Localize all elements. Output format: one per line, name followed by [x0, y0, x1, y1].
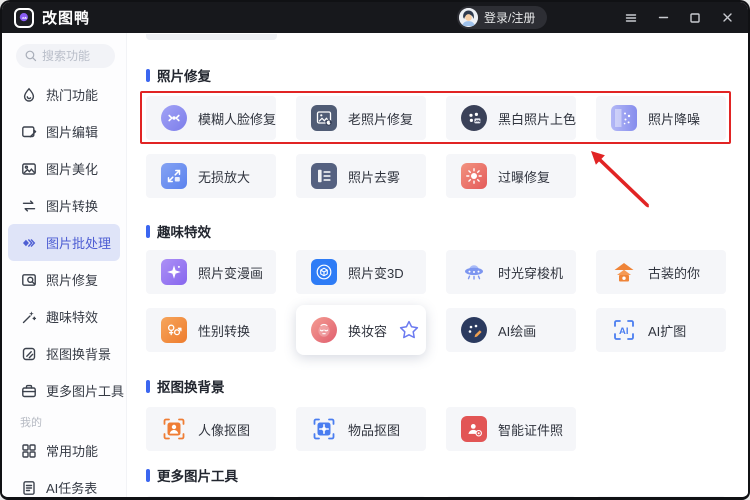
search-icon — [24, 49, 38, 63]
sidebar-item-image-edit[interactable]: 图片编辑 — [2, 113, 126, 150]
ai-expand-icon: AI — [611, 317, 637, 343]
tool-card-object-cutout[interactable]: 物品抠图 — [296, 407, 426, 451]
tool-card-portrait-cutout[interactable]: 人像抠图 — [146, 407, 276, 451]
app-title: 改图鸭 — [42, 10, 91, 27]
tool-card-partial[interactable] — [446, 496, 576, 497]
sidebar-item-more-tools[interactable]: 更多图片工具 — [2, 372, 126, 409]
search-box[interactable] — [16, 44, 115, 68]
login-button[interactable]: 登录/注册 — [457, 6, 548, 29]
sidebar-nav: 热门功能 图片编辑 图片美化 图片转换 图片批处理 照片修复 趣味特效 抠图换背… — [2, 76, 126, 497]
tool-card-photo-to-cartoon[interactable]: 照片变漫画 — [146, 250, 276, 294]
photo-repair-icon — [20, 271, 37, 288]
titlebar: 改图鸭 登录/注册 — [2, 2, 748, 33]
tool-card-lossless-enlarge[interactable]: 无损放大 — [146, 154, 276, 198]
photo-to-cartoon-icon — [161, 259, 187, 285]
maximize-icon[interactable] — [684, 7, 706, 29]
tool-card-overexposure-repair[interactable]: 过曝修复 — [446, 154, 576, 198]
section-title-cutout-background: 抠图换背景 — [146, 377, 748, 395]
sidebar-item-image-convert[interactable]: 图片转换 — [2, 187, 126, 224]
image-beautify-icon — [20, 160, 37, 177]
search-input[interactable] — [42, 49, 112, 63]
image-edit-icon — [20, 123, 37, 140]
tool-card-photo-defog[interactable]: 照片去雾 — [296, 154, 426, 198]
close-icon[interactable] — [716, 7, 738, 29]
tool-card-partial[interactable] — [146, 496, 276, 497]
object-cutout-icon — [311, 416, 337, 442]
bw-photo-colorize-icon — [461, 105, 487, 131]
image-convert-icon — [20, 197, 37, 214]
app-window: 改图鸭 登录/注册 搜索功能 热门功能 图片编辑 图片美化 图片转换 图片批处理… — [0, 0, 750, 500]
window-controls — [620, 2, 738, 33]
batch-process-icon — [20, 234, 37, 251]
sidebar-item-fun-effects[interactable]: 趣味特效 — [2, 298, 126, 335]
sidebar-item-cutout[interactable]: 抠图换背景 — [2, 335, 126, 372]
tool-card-ai-painting[interactable]: AI绘画 — [446, 308, 576, 352]
sidebar: 热门功能 图片编辑 图片美化 — [2, 33, 127, 497]
sidebar-item-ai-tasks[interactable]: AI任务表 — [2, 469, 126, 497]
common-functions-icon — [20, 442, 37, 459]
main-content: 照片修复 模糊人脸修复 老照片修复 黑白照片上色 照片降噪 无损放大 照片去雾 … — [127, 33, 748, 497]
sidebar-item-batch-process[interactable]: 图片批处理 — [8, 224, 120, 261]
sidebar-item-hot-functions[interactable]: 热门功能 — [2, 76, 126, 113]
blur-face-repair-icon — [161, 105, 187, 131]
tool-card-photo-to-3d[interactable]: 照片变3D — [296, 250, 426, 294]
tool-card-blur-face-repair[interactable]: 模糊人脸修复 — [146, 96, 276, 140]
scrolled-card-remnant — [146, 34, 277, 40]
app-logo-icon — [14, 7, 34, 28]
hot-icon — [20, 86, 37, 103]
photo-denoise-icon — [611, 105, 637, 131]
more-tools-icon — [20, 382, 37, 399]
sidebar-section-my: 我的 — [20, 417, 42, 429]
sidebar-item-image-beautify[interactable]: 图片美化 — [2, 150, 126, 187]
avatar — [459, 8, 478, 27]
tool-card-makeup-change[interactable]: 换妆容 — [296, 305, 426, 355]
favorite-star-icon[interactable] — [398, 319, 420, 341]
time-machine-icon — [461, 259, 487, 285]
photo-to-3d-icon — [311, 259, 337, 285]
old-photo-repair-icon — [311, 105, 337, 131]
tool-card-smart-id-photo[interactable]: 智能证件照 — [446, 407, 576, 451]
ancient-costume-icon — [611, 259, 637, 285]
tool-card-partial[interactable] — [596, 496, 726, 497]
tool-card-photo-denoise[interactable]: 照片降噪 — [596, 96, 726, 140]
portrait-cutout-icon — [161, 416, 187, 442]
tool-card-gender-swap[interactable]: 性别转换 — [146, 308, 276, 352]
tool-card-partial[interactable] — [296, 496, 426, 497]
tool-card-bw-photo-colorize[interactable]: 黑白照片上色 — [446, 96, 576, 140]
tool-card-ancient-costume[interactable]: 古装的你 — [596, 250, 726, 294]
sidebar-item-photo-repair[interactable]: 照片修复 — [2, 261, 126, 298]
ai-painting-icon — [461, 317, 487, 343]
lossless-enlarge-icon — [161, 163, 187, 189]
gender-swap-icon — [161, 317, 187, 343]
sidebar-item-common-functions[interactable]: 常用功能 — [2, 432, 126, 469]
tool-card-time-machine[interactable]: 时光穿梭机 — [446, 250, 576, 294]
ai-tasks-icon — [20, 479, 37, 496]
section-title-fun-effects: 趣味特效 — [146, 222, 748, 240]
makeup-change-icon — [311, 317, 337, 343]
cutout-icon — [20, 345, 37, 362]
login-label: 登录/注册 — [484, 11, 536, 25]
tool-card-old-photo-repair[interactable]: 老照片修复 — [296, 96, 426, 140]
svg-text:AI: AI — [619, 326, 629, 337]
fun-effects-icon — [20, 308, 37, 325]
section-title-more-tools: 更多图片工具 — [146, 466, 748, 484]
smart-id-photo-icon — [461, 416, 487, 442]
overexposure-repair-icon — [461, 163, 487, 189]
minimize-icon[interactable] — [652, 7, 674, 29]
photo-defog-icon — [311, 163, 337, 189]
tool-card-ai-expand[interactable]: AI AI扩图 — [596, 308, 726, 352]
section-title-photo-repair: 照片修复 — [146, 66, 748, 84]
menu-icon[interactable] — [620, 7, 642, 29]
